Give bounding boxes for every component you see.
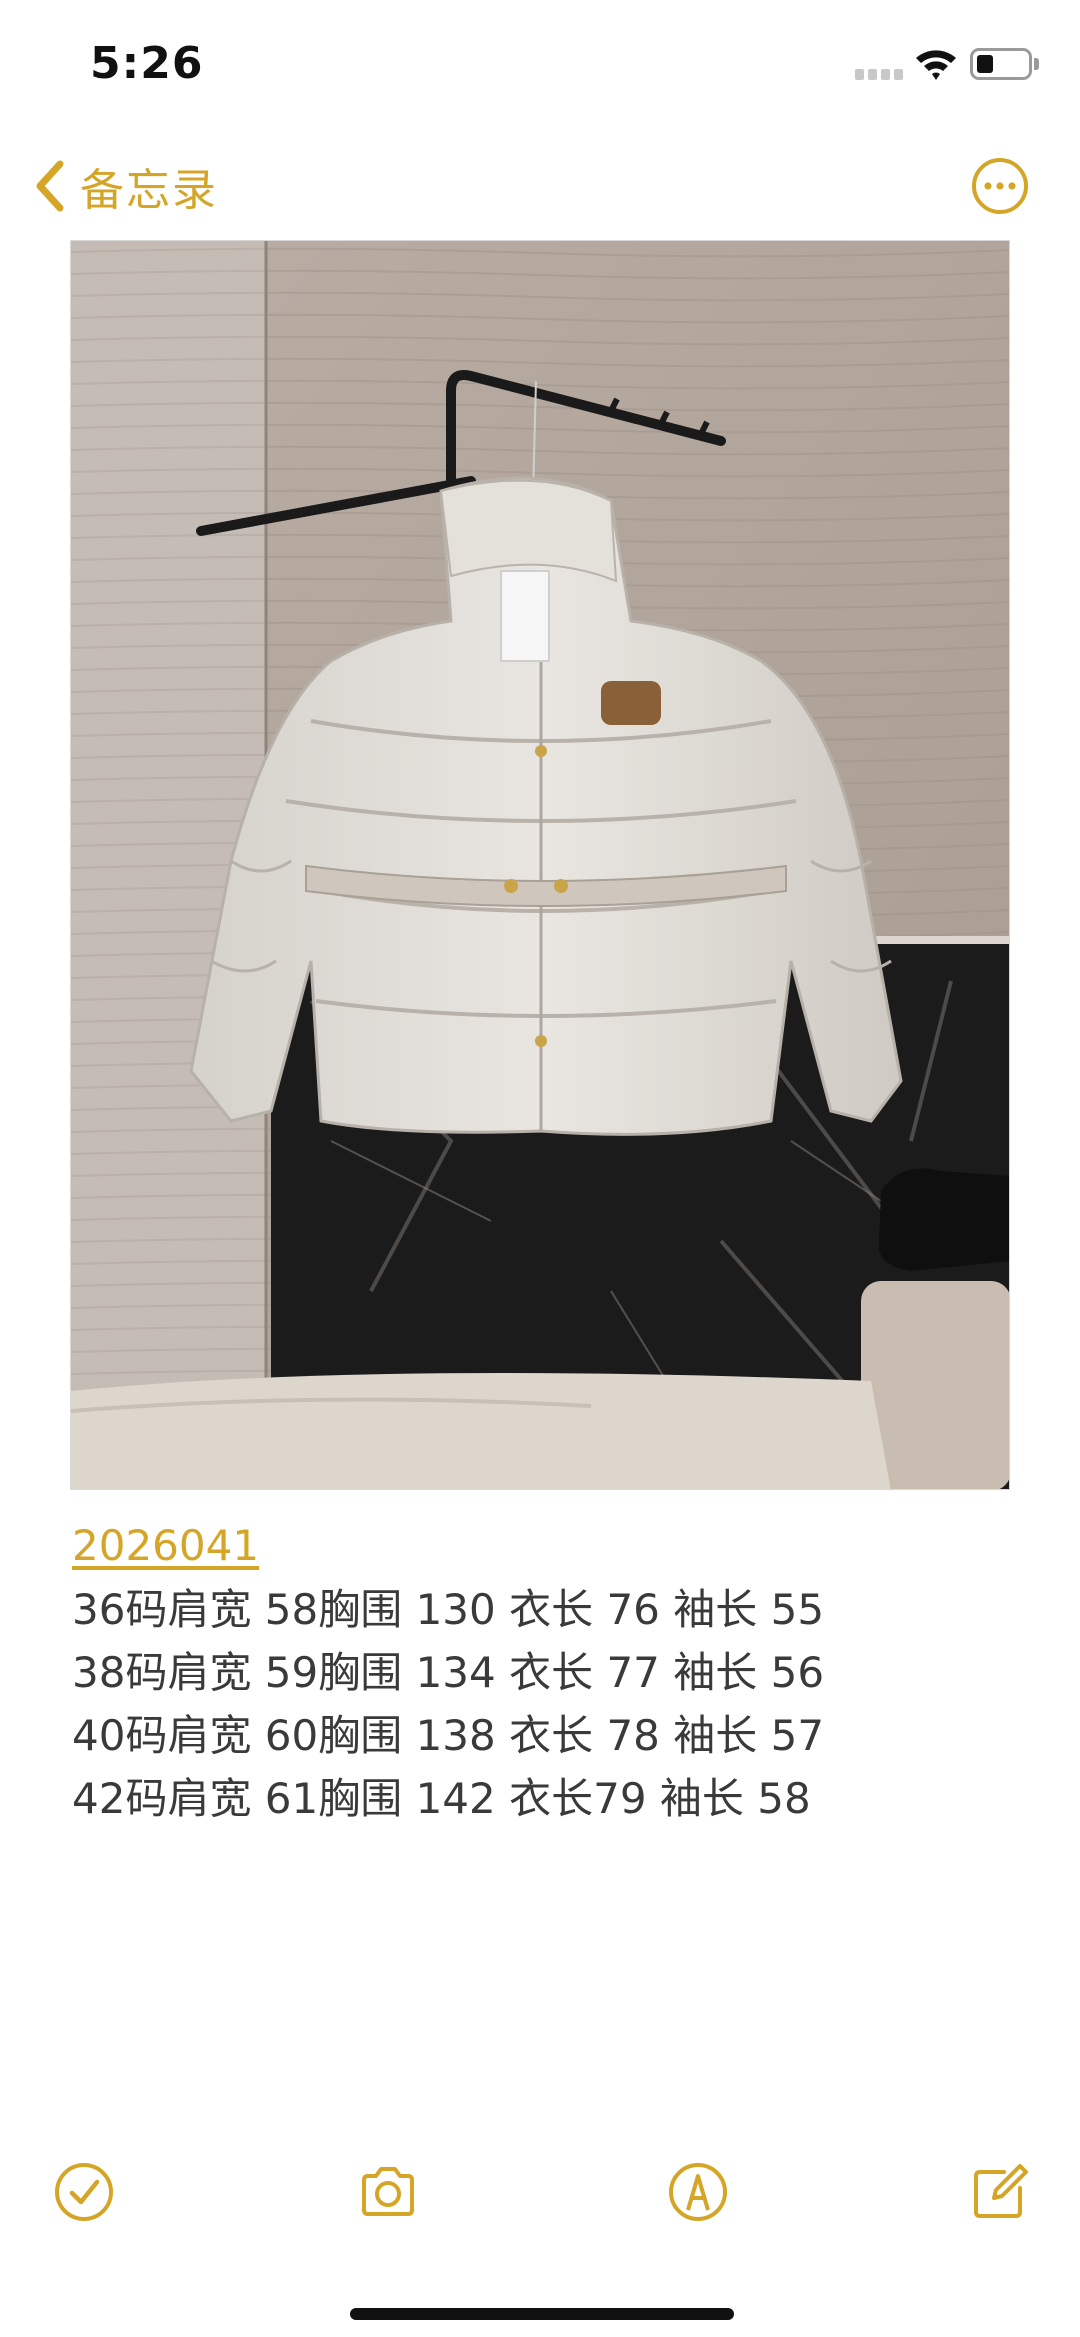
- status-bar: 5:26: [0, 0, 1080, 130]
- back-button[interactable]: 备忘录: [30, 154, 218, 218]
- size-line-36: 36码肩宽 58胸围 130 衣长 76 袖长 55: [72, 1585, 825, 1634]
- size-line-40: 40码肩宽 60胸围 138 衣长 78 袖长 57: [72, 1711, 825, 1760]
- note-code-link[interactable]: 2026041: [72, 1516, 259, 1578]
- cellular-signal-icon: [855, 68, 907, 80]
- back-label: 备忘录: [80, 165, 218, 216]
- wifi-icon: [916, 50, 956, 80]
- jacket-photo: [71, 241, 1009, 1489]
- home-indicator[interactable]: [350, 2308, 734, 2320]
- chevron-left-icon: [36, 160, 64, 212]
- markup-pen-icon[interactable]: [666, 2160, 730, 2224]
- compose-icon[interactable]: [968, 2160, 1032, 2224]
- camera-icon[interactable]: [356, 2160, 420, 2224]
- status-time: 5:26: [90, 38, 204, 89]
- checklist-icon[interactable]: [52, 2160, 116, 2224]
- nav-bar: 备忘录: [0, 140, 1080, 230]
- notes-screen: 5:26 备忘录 2026041 36码肩宽 58胸围 130 衣长 76 袖长…: [0, 0, 1080, 2337]
- size-line-42: 42码肩宽 61胸围 142 衣长79 袖长 58: [72, 1774, 811, 1823]
- note-image[interactable]: [70, 240, 1010, 1490]
- ellipsis-circle-icon[interactable]: [970, 156, 1030, 216]
- battery-icon: [970, 48, 1032, 80]
- note-body[interactable]: 2026041 36码肩宽 58胸围 130 衣长 76 袖长 55 38码肩宽…: [72, 1516, 1012, 1830]
- bottom-toolbar: [0, 2160, 1080, 2240]
- size-line-38: 38码肩宽 59胸围 134 衣长 77 袖长 56: [72, 1648, 825, 1697]
